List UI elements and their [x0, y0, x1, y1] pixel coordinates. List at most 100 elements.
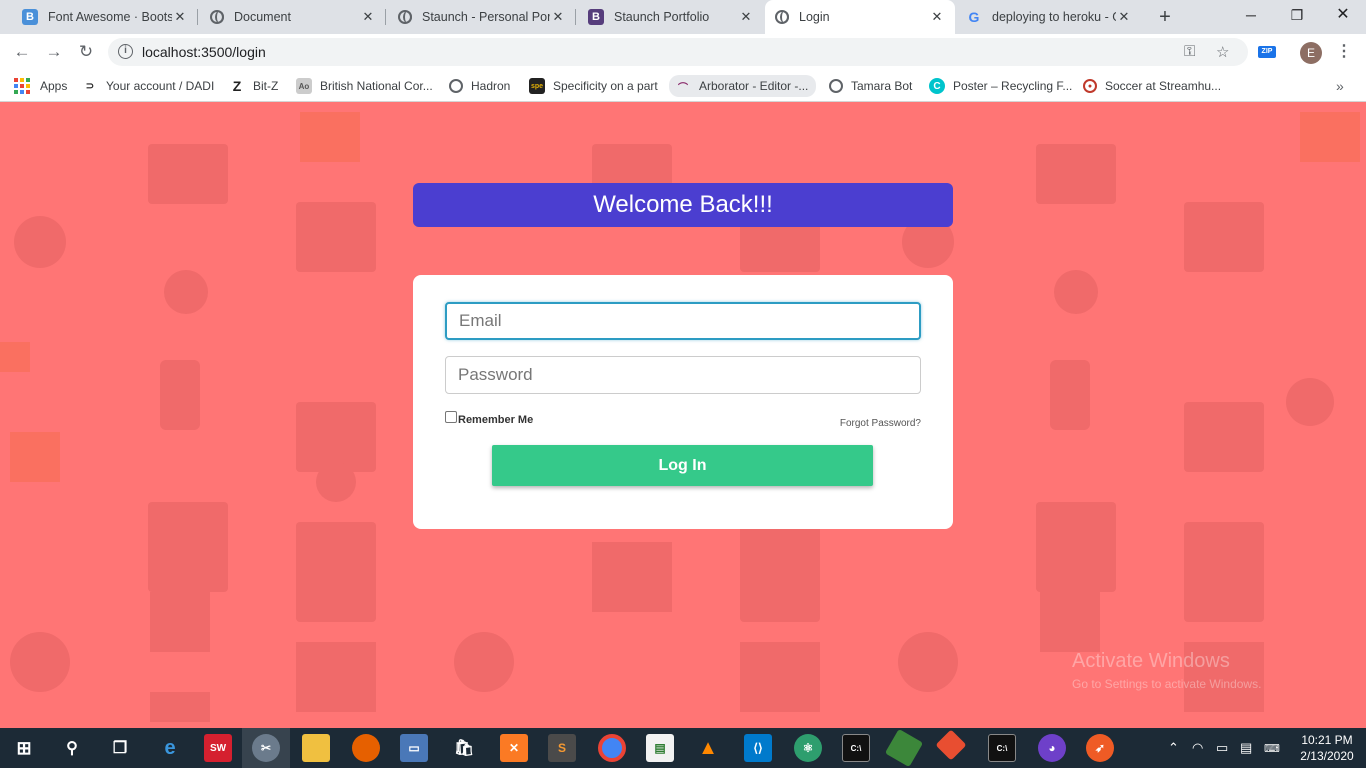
- email-field[interactable]: [445, 302, 921, 340]
- chrome-icon[interactable]: [598, 734, 626, 762]
- close-icon[interactable]: ✕: [550, 9, 566, 25]
- tab-document[interactable]: Document ✕: [200, 0, 386, 34]
- key-icon[interactable]: ⚿: [1184, 43, 1195, 60]
- bookmark-label: Soccer at Streamhu...: [1105, 79, 1222, 93]
- vscode-icon[interactable]: ⟨⟩: [744, 734, 772, 762]
- tab-login[interactable]: Login ✕: [765, 0, 955, 34]
- bar-chart-icon: [1300, 112, 1360, 162]
- bookmark-hadron[interactable]: Hadron: [449, 76, 510, 96]
- bootstrap-b-icon: B: [588, 9, 604, 25]
- login-page: Welcome Back!!! Remember Me Forgot Passw…: [0, 102, 1366, 728]
- bookmark-poster[interactable]: C Poster – Recycling F...: [929, 76, 1072, 96]
- store-icon[interactable]: 🛍: [450, 734, 478, 762]
- firefox-icon[interactable]: [352, 734, 380, 762]
- tab-staunch-portfolio[interactable]: B Staunch Portfolio ✕: [578, 0, 764, 34]
- browser-toolbar: ← → ↻ i localhost:3500/login ⚿ ☆ ZIP E ⋮: [0, 34, 1366, 70]
- menu-dots-icon[interactable]: ⋮: [1336, 42, 1352, 62]
- file-explorer-icon[interactable]: [302, 734, 330, 762]
- bookmark-bnc[interactable]: Ao British National Cor...: [296, 76, 433, 96]
- toolbox-icon: [1184, 202, 1264, 272]
- close-icon[interactable]: ✕: [929, 9, 945, 25]
- forgot-password-link[interactable]: Forgot Password?: [840, 418, 921, 429]
- gear-icon: [10, 632, 70, 692]
- nodejs-icon[interactable]: [884, 728, 924, 768]
- system-clock[interactable]: 10:21 PM 2/13/2020: [1296, 732, 1358, 764]
- bar-chart-icon: [10, 432, 60, 482]
- vlc-icon[interactable]: ▲: [694, 734, 722, 762]
- search-page-icon: [296, 522, 376, 622]
- minimize-button[interactable]: ─: [1228, 0, 1274, 30]
- bookmark-bitz[interactable]: Z Bit-Z: [229, 76, 279, 96]
- tab-title: Staunch - Personal Port: [422, 10, 550, 24]
- keyboard-icon[interactable]: ⌨: [1264, 728, 1280, 768]
- search-page-icon: [740, 522, 820, 622]
- bookmark-soccer[interactable]: ● Soccer at Streamhu...: [1083, 76, 1221, 96]
- thumbs-up-icon: [1286, 378, 1334, 426]
- notifications-icon[interactable]: ▤: [1240, 728, 1252, 768]
- bootstrap-b-icon: B: [22, 9, 38, 25]
- remember-checkbox[interactable]: [445, 411, 457, 423]
- tab-divider: [197, 9, 198, 25]
- arborator-icon: ⌒: [678, 82, 688, 94]
- tab-font-awesome[interactable]: B Font Awesome · Bootstr ✕: [12, 0, 198, 34]
- remote-desktop-icon[interactable]: ▭: [400, 734, 428, 762]
- login-button[interactable]: Log In: [492, 445, 873, 486]
- restore-button[interactable]: ❐: [1274, 0, 1320, 30]
- close-icon[interactable]: ✕: [738, 9, 754, 25]
- forward-button[interactable]: →: [42, 40, 66, 64]
- close-window-button[interactable]: ✕: [1320, 0, 1366, 30]
- network-icon: [1054, 270, 1098, 314]
- task-view-icon[interactable]: ❐: [106, 734, 134, 762]
- activate-windows-watermark: Activate Windows Go to Settings to activ…: [1072, 650, 1261, 691]
- specificity-icon: spe: [529, 78, 545, 94]
- snipping-tool-icon[interactable]: ✂: [252, 734, 280, 762]
- battery-icon[interactable]: ▭: [1216, 728, 1228, 768]
- tab-deploying-heroku[interactable]: G deploying to heroku - G ✕: [956, 0, 1142, 34]
- gear-icon: [898, 632, 958, 692]
- start-icon[interactable]: ⊞: [10, 734, 38, 762]
- xampp-icon[interactable]: ✕: [500, 734, 528, 762]
- remember-me[interactable]: Remember Me: [445, 411, 533, 426]
- close-icon[interactable]: ✕: [360, 9, 376, 25]
- wifi-icon[interactable]: ◠: [1192, 728, 1203, 768]
- bookmark-arborator[interactable]: ⌒ Arborator - Editor -...: [669, 75, 817, 97]
- postman-icon[interactable]: ➶: [1086, 734, 1114, 762]
- back-button[interactable]: ←: [10, 40, 34, 64]
- close-icon[interactable]: ✕: [1116, 9, 1132, 25]
- github-desktop-icon[interactable]: ◕: [1038, 734, 1066, 762]
- star-icon[interactable]: ☆: [1216, 43, 1229, 61]
- tray-chevron-icon[interactable]: ⌃: [1168, 728, 1179, 768]
- site-info-icon[interactable]: i: [118, 44, 133, 59]
- avatar[interactable]: E: [1300, 42, 1322, 64]
- bookmark-label: Hadron: [471, 79, 511, 93]
- new-tab-button[interactable]: +: [1154, 6, 1176, 28]
- close-icon[interactable]: ✕: [172, 9, 188, 25]
- browser-window-icon: [296, 402, 376, 472]
- bookmarks-overflow-icon[interactable]: »: [1336, 78, 1344, 94]
- search-icon[interactable]: ⚲: [58, 734, 86, 762]
- bookmark-specificity[interactable]: spe Specificity on a part: [529, 76, 658, 96]
- tab-staunch-personal[interactable]: Staunch - Personal Port ✕: [388, 0, 576, 34]
- windows-taskbar: ⊞ ⚲ ❐ e SW ✂ ▭ 🛍 ✕ S ▤ ▲ ⟨⟩ ⚛ C:\ C:\ ◕ …: [0, 728, 1366, 768]
- browser-window-icon: [148, 502, 228, 592]
- password-field[interactable]: [445, 356, 921, 394]
- reload-button[interactable]: ↻: [74, 40, 98, 64]
- terminal-icon[interactable]: C:\: [988, 734, 1016, 762]
- address-bar[interactable]: i localhost:3500/login ⚿ ☆: [108, 38, 1248, 66]
- zip-extension-icon[interactable]: ZIP: [1258, 46, 1276, 58]
- atom-icon[interactable]: ⚛: [794, 734, 822, 762]
- git-icon[interactable]: [935, 729, 967, 761]
- bar-chart-icon: [300, 112, 360, 162]
- bookmark-tamara[interactable]: Tamara Bot: [829, 76, 912, 96]
- solidworks-icon[interactable]: SW: [204, 734, 232, 762]
- google-icon: G: [968, 9, 980, 25]
- spreadsheet-icon[interactable]: ▤: [646, 734, 674, 762]
- browser-window-icon: [1036, 144, 1116, 204]
- terminal-icon[interactable]: C:\: [842, 734, 870, 762]
- url-text[interactable]: localhost:3500/login: [142, 44, 266, 60]
- network-icon: [164, 270, 208, 314]
- bookmark-apps[interactable]: Apps: [14, 76, 67, 96]
- sublime-text-icon[interactable]: S: [548, 734, 576, 762]
- bookmark-dadi[interactable]: ⊃ Your account / DADI: [82, 76, 214, 96]
- edge-icon[interactable]: e: [156, 734, 184, 762]
